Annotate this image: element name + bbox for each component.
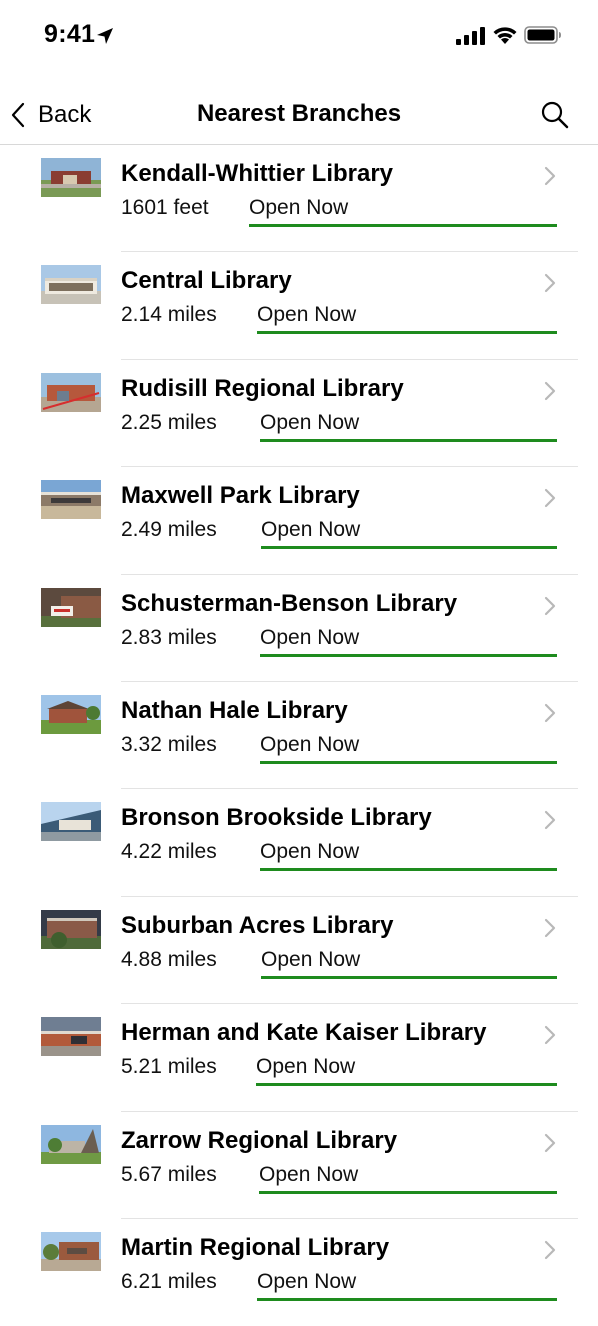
open-status-badge: Open Now bbox=[261, 948, 557, 979]
open-status-badge: Open Now bbox=[257, 1270, 557, 1301]
branch-distance: 2.14 miles bbox=[121, 303, 217, 327]
branch-name: Kendall-Whittier Library bbox=[121, 160, 394, 187]
branch-thumbnail bbox=[41, 1017, 101, 1057]
page-title: Nearest Branches bbox=[196, 100, 402, 127]
branch-name: Zarrow Regional Library bbox=[121, 1126, 398, 1154]
chevron-right-icon bbox=[544, 811, 556, 830]
open-status-badge: Open Now bbox=[260, 733, 557, 764]
branch-name: Central Library bbox=[121, 267, 292, 295]
branch-name: Martin Regional Library bbox=[121, 1233, 390, 1261]
open-status-badge: Open Now bbox=[257, 303, 557, 335]
branch-distance: 5.67 miles bbox=[121, 1162, 217, 1186]
location-arrow-icon bbox=[97, 28, 113, 44]
branch-row[interactable]: Herman and Kate Kaiser Library 5.21 mile… bbox=[0, 1004, 598, 1112]
branch-distance: 5.21 miles bbox=[121, 1055, 217, 1079]
branch-thumbnail bbox=[41, 1124, 101, 1164]
branch-name: Herman and Kate Kaiser Library bbox=[121, 1019, 487, 1047]
chevron-right-icon bbox=[544, 489, 556, 508]
chevron-right-icon bbox=[544, 703, 556, 723]
branch-thumbnail bbox=[41, 694, 101, 734]
branch-name: Rudisill Regional Library bbox=[121, 374, 404, 402]
open-status-badge: Open Now bbox=[261, 518, 557, 550]
chevron-right-icon bbox=[544, 596, 556, 615]
cellular-signal-icon bbox=[456, 27, 485, 45]
branch-distance: 4.22 miles bbox=[121, 840, 217, 864]
branch-thumbnail bbox=[41, 372, 101, 412]
branch-row[interactable]: Rudisill Regional Library 2.25 miles Ope… bbox=[0, 360, 598, 468]
chevron-right-icon bbox=[544, 274, 556, 293]
branch-row[interactable]: Schusterman-Benson Library 2.83 miles Op… bbox=[0, 575, 598, 682]
branch-thumbnail bbox=[41, 909, 101, 949]
branch-row[interactable]: Suburban Acres Library 4.88 miles Open N… bbox=[0, 897, 598, 1005]
branch-name: Nathan Hale Library bbox=[121, 696, 348, 724]
wifi-icon bbox=[493, 27, 517, 44]
chevron-right-icon bbox=[544, 166, 556, 186]
branch-name: Maxwell Park Library bbox=[121, 482, 360, 510]
branch-name: Suburban Acres Library bbox=[121, 911, 394, 939]
branch-row[interactable]: Bronson Brookside Library 4.22 miles Ope… bbox=[0, 789, 598, 897]
branch-row[interactable]: Martin Regional Library 6.21 miles Open … bbox=[0, 1219, 598, 1326]
open-status-badge: Open Now bbox=[249, 196, 557, 227]
branch-row[interactable]: Nathan Hale Library 3.32 miles Open Now bbox=[0, 682, 598, 790]
branch-thumbnail bbox=[41, 480, 101, 520]
branch-list: Kendall-Whittier Library 1601 feet Open … bbox=[0, 145, 598, 1326]
navigation-bar: Back Nearest Branches bbox=[0, 86, 598, 145]
status-time: 9:41 bbox=[44, 20, 96, 48]
branch-name: Schusterman-Benson Library bbox=[121, 589, 458, 617]
open-status-badge: Open Now bbox=[260, 626, 557, 657]
branch-thumbnail bbox=[41, 587, 101, 627]
branch-row[interactable]: Kendall-Whittier Library 1601 feet Open … bbox=[0, 145, 598, 253]
branch-distance: 2.25 miles bbox=[121, 410, 217, 434]
chevron-right-icon bbox=[544, 1026, 556, 1045]
open-status-badge: Open Now bbox=[259, 1163, 557, 1194]
chevron-right-icon bbox=[544, 918, 556, 937]
branch-row[interactable]: Zarrow Regional Library 5.67 miles Open … bbox=[0, 1112, 598, 1219]
branch-row[interactable]: Maxwell Park Library 2.49 miles Open Now bbox=[0, 467, 598, 575]
branch-distance: 3.32 miles bbox=[121, 732, 217, 756]
chevron-right-icon bbox=[544, 1240, 556, 1260]
branch-thumbnail bbox=[41, 802, 101, 842]
open-status-badge: Open Now bbox=[260, 840, 557, 872]
branch-distance: 1601 feet bbox=[121, 196, 209, 219]
branch-thumbnail bbox=[41, 265, 101, 305]
branch-name: Bronson Brookside Library bbox=[121, 804, 432, 832]
status-bar: 9:41 bbox=[0, 0, 598, 72]
open-status-badge: Open Now bbox=[256, 1055, 557, 1087]
chevron-right-icon bbox=[544, 381, 556, 400]
battery-icon bbox=[524, 26, 561, 44]
branch-thumbnail bbox=[41, 158, 101, 197]
open-status-badge: Open Now bbox=[260, 411, 557, 442]
branch-thumbnail bbox=[41, 1231, 101, 1271]
branch-distance: 2.83 miles bbox=[121, 625, 217, 649]
chevron-right-icon bbox=[544, 1133, 556, 1152]
branch-row[interactable]: Central Library 2.14 miles Open Now bbox=[0, 252, 598, 360]
branch-distance: 4.88 miles bbox=[121, 947, 217, 971]
search-icon[interactable] bbox=[540, 100, 570, 130]
branch-distance: 2.49 miles bbox=[121, 518, 217, 542]
branch-distance: 6.21 miles bbox=[121, 1269, 217, 1293]
